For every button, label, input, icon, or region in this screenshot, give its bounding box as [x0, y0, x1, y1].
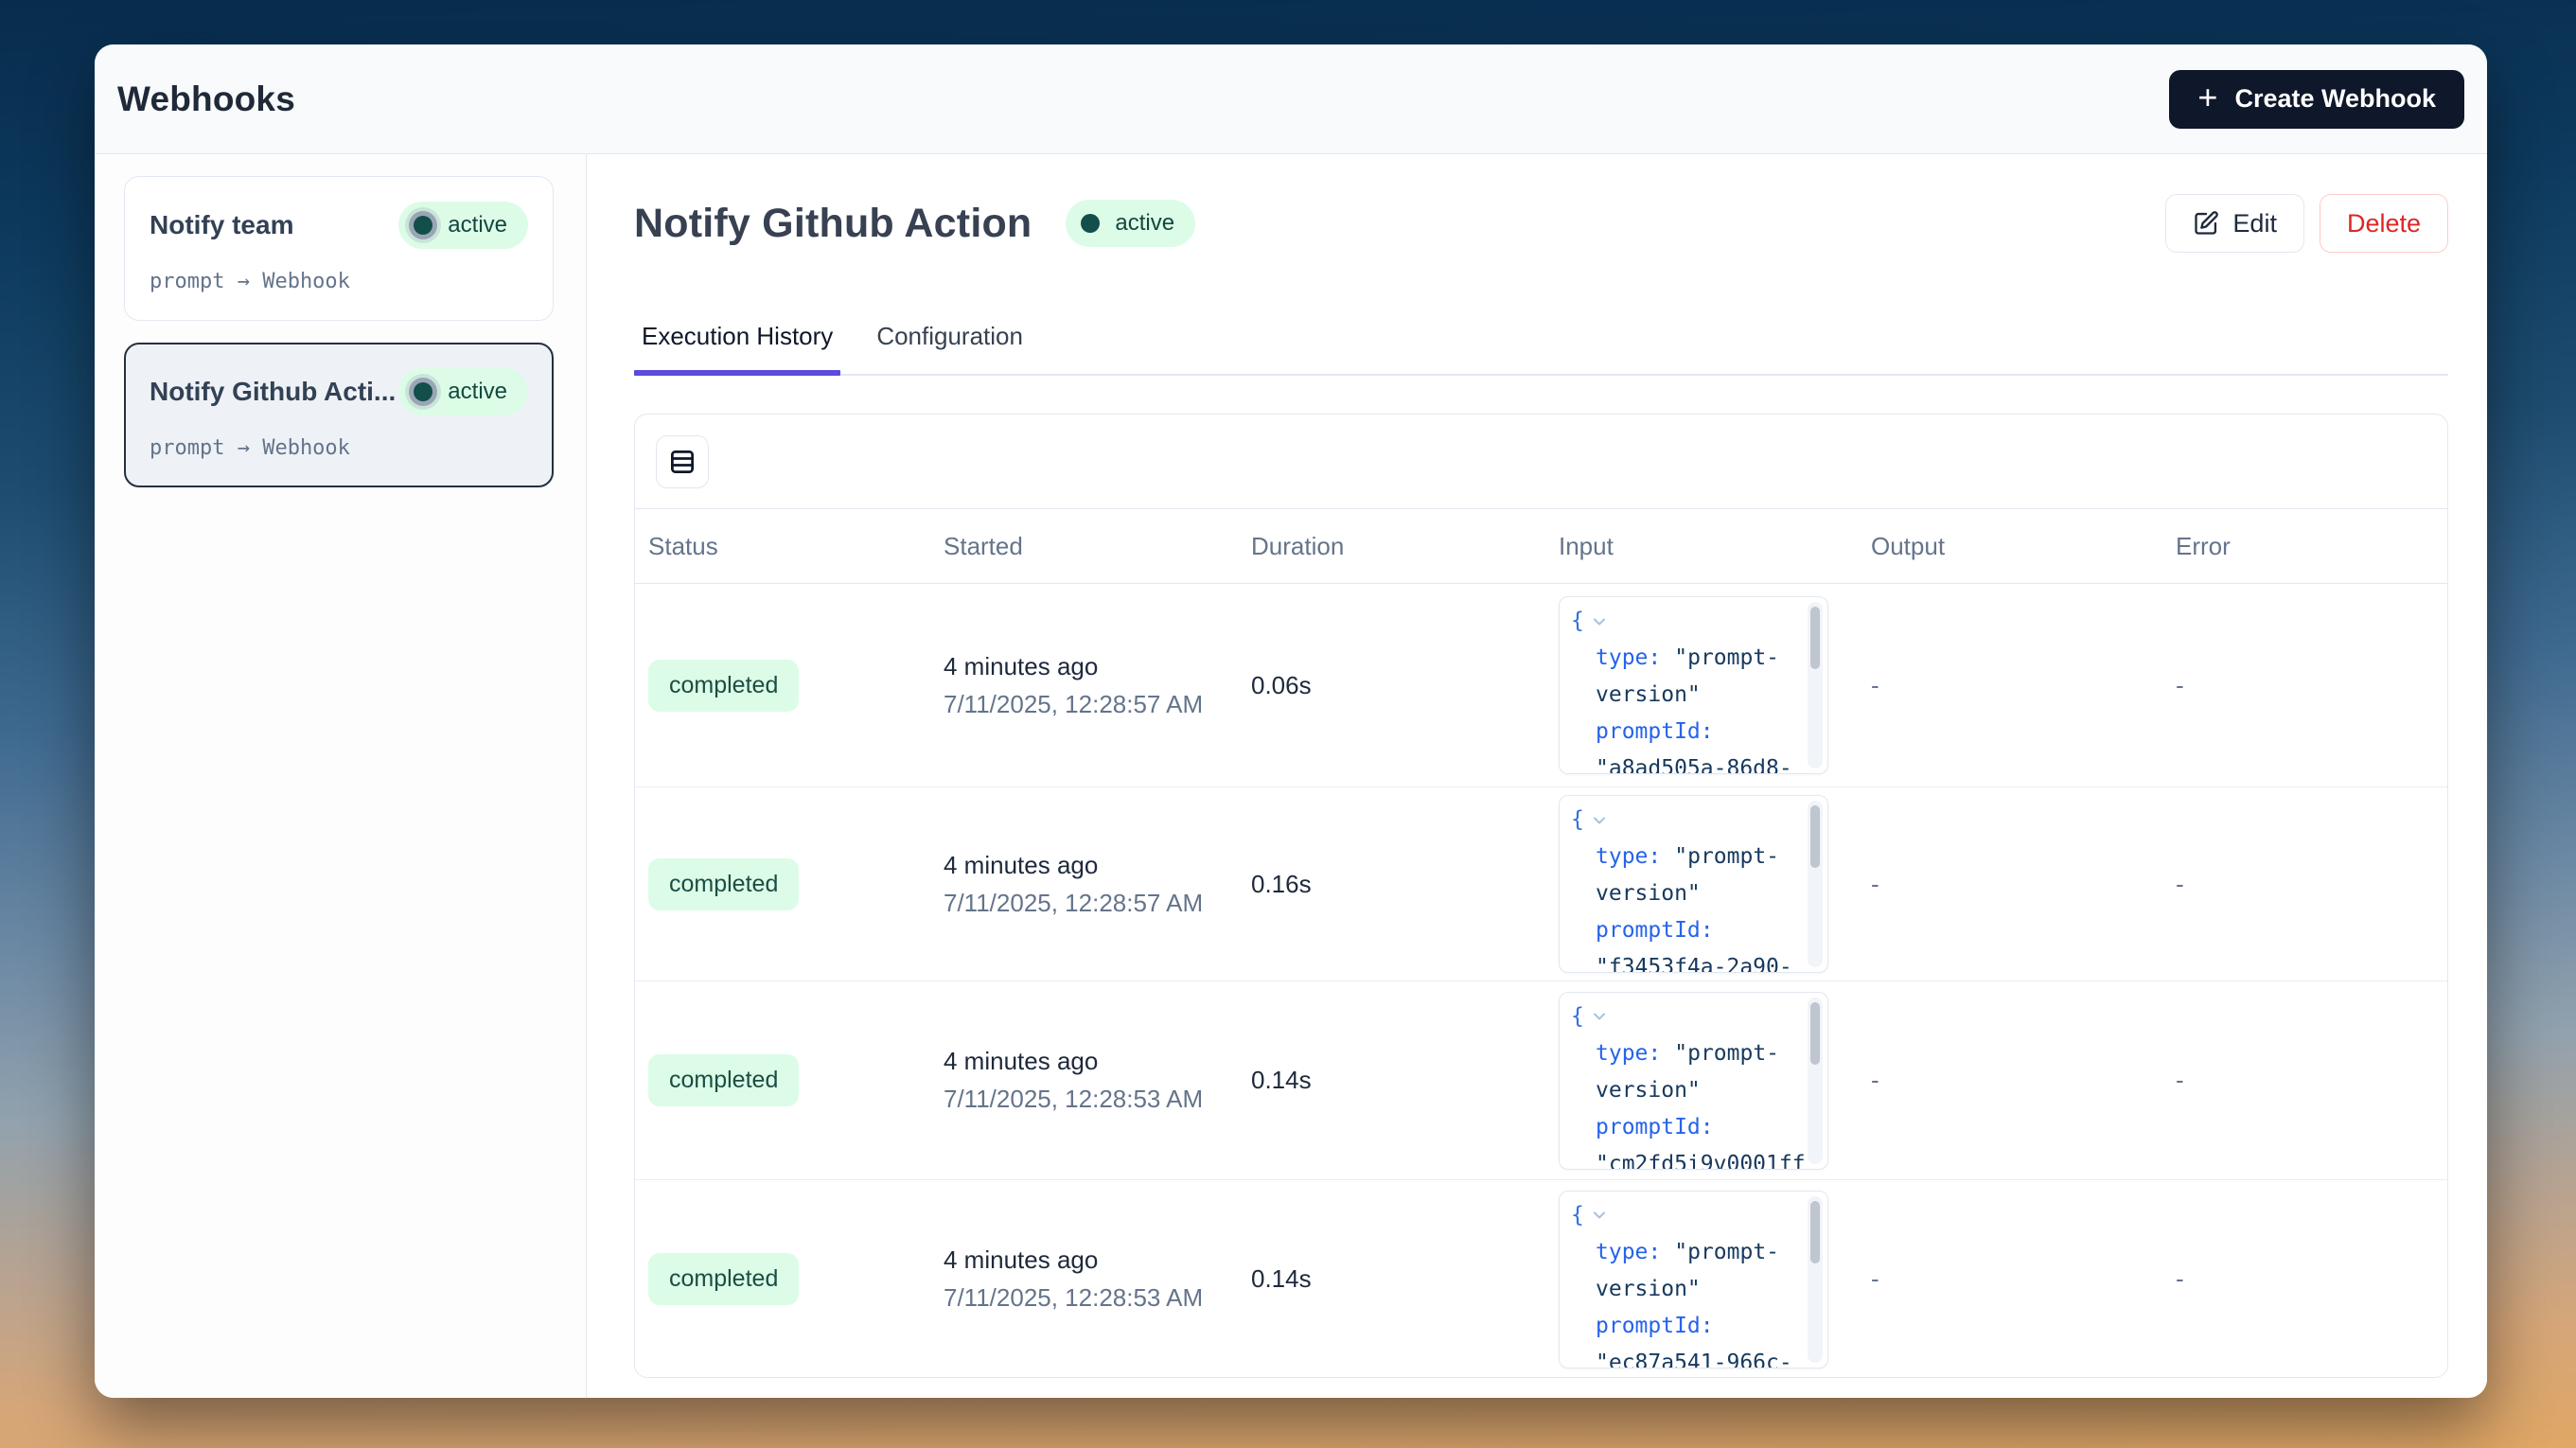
table-row[interactable]: completed 4 minutes ago 7/11/2025, 12:28…: [635, 981, 2447, 1180]
active-dot-icon: [414, 216, 432, 235]
column-header-duration: Duration: [1251, 532, 1559, 561]
started-relative: 4 minutes ago: [944, 851, 1251, 880]
duration-value: 0.06s: [1251, 671, 1559, 700]
webhooks-window: Webhooks + Create Webhook Notify team ac…: [95, 44, 2487, 1398]
started-absolute: 7/11/2025, 12:28:57 AM: [944, 889, 1251, 918]
chevron-down-icon[interactable]: [1590, 1206, 1609, 1225]
execution-history-table: Status Started Duration Input Output Err…: [634, 414, 2448, 1378]
error-value: -: [2176, 1264, 2447, 1294]
column-header-error: Error: [2176, 532, 2447, 561]
status-badge: active: [398, 202, 528, 249]
table-header-row: Status Started Duration Input Output Err…: [635, 508, 2447, 584]
active-dot-icon: [1081, 214, 1100, 233]
status-label: active: [448, 379, 507, 405]
webhook-detail-title: Notify Github Action: [634, 201, 1032, 247]
create-webhook-label: Create Webhook: [2234, 84, 2436, 114]
column-header-output: Output: [1871, 532, 2176, 561]
chevron-down-icon[interactable]: [1590, 1007, 1609, 1026]
tab-configuration[interactable]: Configuration: [869, 322, 1031, 374]
rows-icon: [668, 448, 697, 476]
plus-icon: +: [2197, 80, 2217, 115]
duration-value: 0.14s: [1251, 1066, 1559, 1095]
status-badge: active: [1066, 200, 1195, 247]
started-absolute: 7/11/2025, 12:28:53 AM: [944, 1085, 1251, 1114]
input-json-cell[interactable]: { type:"prompt- version" promptId: "ec87…: [1559, 1191, 1828, 1369]
chevron-down-icon[interactable]: [1590, 811, 1609, 830]
output-value: -: [1871, 1264, 2176, 1294]
status-label: active: [1115, 210, 1174, 237]
page-title: Webhooks: [117, 79, 295, 119]
started-absolute: 7/11/2025, 12:28:53 AM: [944, 1283, 1251, 1313]
webhook-route: prompt → Webhook: [150, 436, 528, 460]
error-value: -: [2176, 1066, 2447, 1095]
scrollbar-thumb[interactable]: [1810, 1002, 1820, 1065]
error-value: -: [2176, 671, 2447, 700]
detail-tabs: Execution History Configuration: [634, 322, 2448, 376]
started-relative: 4 minutes ago: [944, 1047, 1251, 1076]
webhook-name: Notify Github Acti...: [150, 377, 396, 407]
input-json-cell[interactable]: { type:"prompt- version" promptId: "cm2f…: [1559, 992, 1828, 1170]
scrollbar[interactable]: [1808, 1196, 1823, 1363]
table-row[interactable]: completed 4 minutes ago 7/11/2025, 12:28…: [635, 1180, 2447, 1378]
error-value: -: [2176, 870, 2447, 899]
webhook-detail-panel: Notify Github Action active Edit Delete: [587, 154, 2487, 1398]
status-badge: active: [398, 368, 528, 415]
duration-value: 0.16s: [1251, 870, 1559, 899]
status-badge: completed: [648, 1253, 799, 1305]
table-row[interactable]: completed 4 minutes ago 7/11/2025, 12:28…: [635, 787, 2447, 981]
chevron-down-icon[interactable]: [1590, 612, 1609, 631]
scrollbar[interactable]: [1808, 998, 1823, 1164]
sidebar-item-notify-team[interactable]: Notify team active prompt → Webhook: [124, 176, 554, 321]
column-header-status: Status: [648, 532, 944, 561]
input-json-cell[interactable]: { type:"prompt- version" promptId: "f345…: [1559, 795, 1828, 973]
duration-value: 0.14s: [1251, 1264, 1559, 1294]
scrollbar-thumb[interactable]: [1810, 1201, 1820, 1263]
started-relative: 4 minutes ago: [944, 652, 1251, 681]
output-value: -: [1871, 1066, 2176, 1095]
scrollbar-thumb[interactable]: [1810, 805, 1820, 868]
edit-pencil-icon: [2193, 210, 2219, 237]
input-json-cell[interactable]: { type:"prompt- version" promptId: "a8ad…: [1559, 596, 1828, 774]
output-value: -: [1871, 870, 2176, 899]
status-badge: completed: [648, 1054, 799, 1106]
delete-button[interactable]: Delete: [2320, 194, 2448, 253]
status-badge: completed: [648, 660, 799, 712]
create-webhook-button[interactable]: + Create Webhook: [2169, 70, 2464, 129]
status-label: active: [448, 212, 507, 238]
webhook-name: Notify team: [150, 210, 293, 240]
webhook-list-sidebar: Notify team active prompt → Webhook Noti…: [95, 154, 587, 1398]
column-header-input: Input: [1559, 532, 1871, 561]
edit-button[interactable]: Edit: [2165, 194, 2304, 253]
started-absolute: 7/11/2025, 12:28:57 AM: [944, 690, 1251, 719]
edit-label: Edit: [2232, 209, 2277, 238]
output-value: -: [1871, 671, 2176, 700]
tab-execution-history[interactable]: Execution History: [634, 322, 840, 374]
row-height-button[interactable]: [656, 435, 709, 488]
column-header-started: Started: [944, 532, 1251, 561]
status-badge: completed: [648, 858, 799, 910]
table-row[interactable]: completed 4 minutes ago 7/11/2025, 12:28…: [635, 584, 2447, 787]
active-dot-icon: [414, 382, 432, 401]
scrollbar[interactable]: [1808, 602, 1823, 768]
scrollbar-thumb[interactable]: [1810, 607, 1820, 669]
sidebar-item-notify-github-action[interactable]: Notify Github Acti... active prompt → We…: [124, 343, 554, 487]
delete-label: Delete: [2347, 209, 2421, 238]
started-relative: 4 minutes ago: [944, 1245, 1251, 1275]
webhook-route: prompt → Webhook: [150, 270, 528, 293]
top-bar: Webhooks + Create Webhook: [95, 44, 2487, 154]
scrollbar[interactable]: [1808, 801, 1823, 967]
table-toolbar: [635, 415, 2447, 508]
